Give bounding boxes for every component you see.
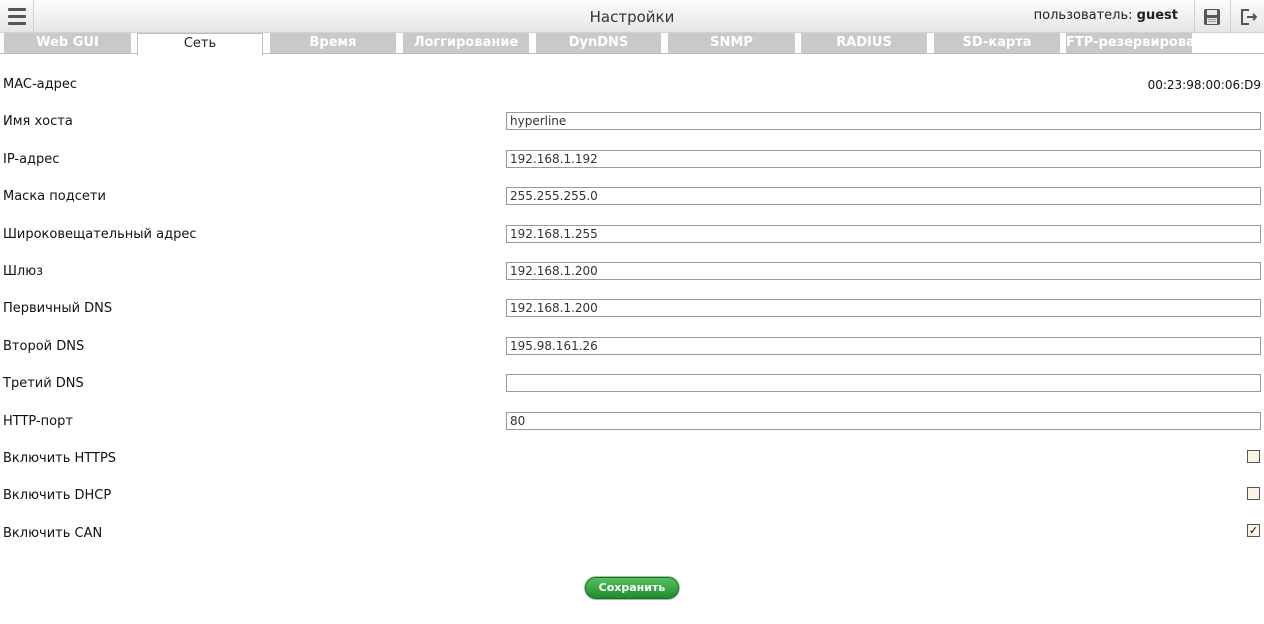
dns1-label: Первичный DNS: [3, 301, 113, 316]
tab-network[interactable]: Сеть: [137, 33, 263, 55]
user-info: пользователь: guest: [1034, 8, 1178, 23]
dns2-label: Второй DNS: [3, 339, 85, 354]
header-bar: Настройки пользователь: guest: [0, 0, 1264, 33]
dhcp-checkbox[interactable]: [1247, 487, 1260, 500]
tab-snmp[interactable]: SNMP: [668, 33, 795, 53]
tab-dyndns[interactable]: DynDNS: [536, 33, 661, 53]
https-label: Включить HTTPS: [3, 451, 117, 466]
save-button[interactable]: Сохранить: [585, 577, 679, 599]
tab-bar: Web GUI Сеть Время Логгирование DynDNS S…: [0, 33, 1264, 55]
mask-label: Маска подсети: [3, 189, 106, 204]
gateway-field[interactable]: 192.168.1.200: [506, 262, 1261, 280]
mac-label: MAC-адрес: [3, 77, 78, 92]
https-checkbox[interactable]: [1247, 450, 1260, 463]
hostname-label: Имя хоста: [3, 114, 73, 129]
tab-time[interactable]: Время: [270, 33, 396, 53]
logout-icon[interactable]: [1230, 0, 1264, 33]
tab-ftp-backup[interactable]: FTP-резервирование: [1066, 33, 1192, 53]
tab-web-gui[interactable]: Web GUI: [4, 33, 131, 53]
can-label: Включить CAN: [3, 526, 103, 541]
mac-value: 00:23:98:00:06:D9: [1147, 78, 1261, 92]
broadcast-label: Широковещательный адрес: [3, 227, 197, 242]
dns2-field[interactable]: 195.98.161.26: [506, 337, 1261, 355]
user-label: пользователь:: [1033, 8, 1133, 23]
can-checkbox[interactable]: ✓: [1247, 524, 1260, 537]
dhcp-label: Включить DHCP: [3, 488, 112, 503]
dns3-field[interactable]: [506, 374, 1261, 392]
ip-field[interactable]: 192.168.1.192: [506, 150, 1261, 168]
http-port-label: HTTP-порт: [3, 414, 73, 429]
save-disk-icon[interactable]: [1194, 0, 1228, 33]
gateway-label: Шлюз: [3, 264, 44, 279]
dns3-label: Третий DNS: [3, 376, 84, 391]
tab-logging[interactable]: Логгирование: [403, 33, 529, 53]
http-port-field[interactable]: 80: [506, 412, 1261, 430]
tab-sd-card[interactable]: SD-карта: [934, 33, 1060, 53]
broadcast-field[interactable]: 192.168.1.255: [506, 225, 1261, 243]
tab-radius[interactable]: RADIUS: [801, 33, 927, 53]
hostname-field[interactable]: hyperline: [506, 112, 1261, 130]
ip-label: IP-адрес: [3, 152, 60, 167]
user-name: guest: [1136, 8, 1178, 23]
dns1-field[interactable]: 192.168.1.200: [506, 299, 1261, 317]
mask-field[interactable]: 255.255.255.0: [506, 187, 1261, 205]
